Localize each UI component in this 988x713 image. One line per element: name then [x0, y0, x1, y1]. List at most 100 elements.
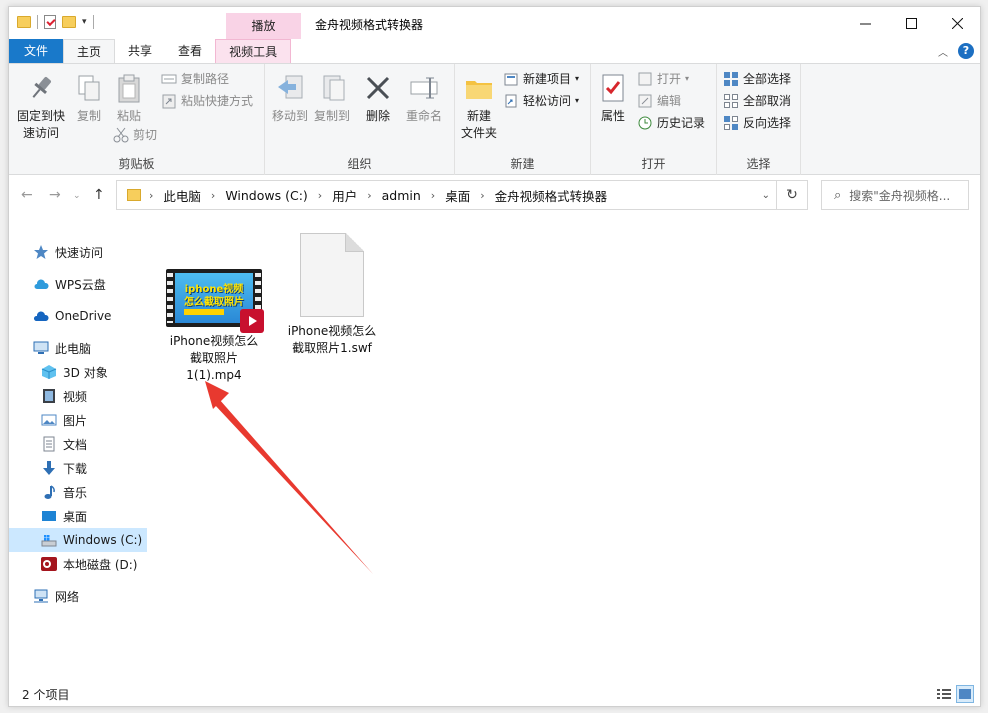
easy-access-label: 轻松访问	[523, 94, 572, 108]
breadcrumb-item[interactable]: admin	[382, 188, 421, 203]
move-to-button[interactable]: 移动到	[269, 72, 311, 125]
minimize-button[interactable]	[842, 7, 888, 39]
forward-arrow-icon[interactable]: →	[49, 187, 61, 203]
navigation-pane: 快速访问 WPS云盘 OneDrive 此电脑 3D 对象 视频 图片 文档 下…	[9, 215, 147, 680]
film-icon	[41, 388, 57, 404]
folder-icon	[127, 189, 141, 201]
details-view-button[interactable]	[935, 685, 953, 703]
nav-network[interactable]: 网络	[9, 584, 147, 608]
paste-button[interactable]: 粘贴	[111, 72, 147, 125]
nav-drive-d[interactable]: 本地磁盘 (D:)	[9, 552, 147, 576]
chevron-right-icon: ›	[317, 188, 323, 202]
tab-file[interactable]: 文件	[9, 39, 64, 63]
collapse-ribbon-icon[interactable]: ︿	[938, 44, 948, 59]
open-button[interactable]: 打开 ▾	[637, 70, 689, 88]
copy-label: 复制	[76, 109, 101, 123]
divider	[92, 15, 94, 29]
nav-label: 本地磁盘 (D:)	[63, 557, 138, 572]
maximize-button[interactable]	[888, 7, 934, 39]
copy-button[interactable]: 复制	[71, 72, 107, 125]
select-none-button[interactable]: 全部取消	[723, 92, 791, 110]
new-folder-icon[interactable]	[62, 16, 76, 28]
new-folder-button[interactable]: 新建 文件夹	[457, 72, 501, 142]
select-none-icon	[723, 93, 739, 109]
tab-share[interactable]: 共享	[115, 39, 165, 63]
explorer-window: ▾ 播放 金舟视频格式转换器 文件 主页 共享 查看 视频工具 ︿ ? 固定到快…	[8, 6, 981, 707]
nav-this-pc[interactable]: 此电脑	[9, 336, 147, 360]
new-group: 新建 文件夹 新建项目 ▾ 轻松访问 ▾ 新建	[455, 64, 591, 176]
search-input[interactable]: ⌕ 搜索"金舟视频格...	[821, 180, 969, 210]
folder-icon	[17, 16, 31, 28]
cut-button[interactable]: 剪切	[113, 126, 157, 144]
pin-label-line2: 速访问	[22, 126, 59, 140]
thumbnail-caption: iphone视频 怎么截取照片	[180, 283, 248, 309]
nav-videos[interactable]: 视频	[9, 384, 147, 408]
nav-label: 下载	[63, 461, 88, 476]
copy-to-button[interactable]: 复制到	[311, 72, 353, 125]
status-bar: 2 个项目	[9, 680, 980, 706]
pin-quick-access-button[interactable]: 固定到快 速访问	[15, 72, 67, 142]
properties-icon[interactable]	[44, 15, 56, 29]
tab-home[interactable]: 主页	[63, 39, 116, 63]
recent-chevron-icon[interactable]: ⌄	[73, 191, 81, 201]
address-dropdown-icon[interactable]: ⌄	[762, 190, 770, 201]
select-all-button[interactable]: 全部选择	[723, 70, 791, 88]
file-name-line: 截取照片	[189, 351, 238, 365]
edit-button[interactable]: 编辑	[637, 92, 681, 110]
new-item-button[interactable]: 新建项目 ▾	[503, 70, 579, 88]
large-icons-view-icon	[959, 689, 971, 699]
rename-label: 重命名	[405, 109, 442, 123]
file-item-mp4[interactable]: iphone视频 怎么截取照片 iPhone视频怎么 截取照片 1(1).mp4	[158, 233, 270, 384]
new-folder-icon	[463, 72, 495, 104]
refresh-button[interactable]: ↻	[777, 180, 808, 210]
close-button[interactable]	[934, 7, 980, 39]
paste-shortcut-button[interactable]: 粘贴快捷方式	[161, 92, 253, 110]
select-none-label: 全部取消	[743, 94, 792, 108]
nav-drive-c[interactable]: Windows (C:)	[9, 528, 147, 552]
tab-video-tools[interactable]: 视频工具	[215, 39, 292, 63]
nav-label: 文档	[63, 437, 88, 452]
picture-icon	[41, 412, 57, 428]
nav-downloads[interactable]: 下载	[9, 456, 147, 480]
nav-wps-cloud[interactable]: WPS云盘	[9, 272, 147, 296]
delete-button[interactable]: 删除	[361, 72, 395, 125]
video-thumbnail: iphone视频 怎么截取照片	[166, 269, 264, 333]
file-item-swf[interactable]: iPhone视频怎么 截取照片1.swf	[276, 233, 388, 357]
help-icon[interactable]: ?	[958, 43, 974, 59]
easy-access-button[interactable]: 轻松访问 ▾	[503, 92, 579, 110]
copy-path-icon	[161, 71, 177, 87]
rename-button[interactable]: 重命名	[401, 72, 447, 125]
divider	[37, 15, 38, 29]
properties-button[interactable]: 属性	[595, 72, 631, 125]
large-icons-view-button[interactable]	[956, 685, 974, 703]
copy-path-button[interactable]: 复制路径	[161, 70, 229, 88]
breadcrumb-item[interactable]: 桌面	[445, 186, 470, 205]
chevron-right-icon: ›	[367, 188, 372, 202]
breadcrumb-item[interactable]: Windows (C:)	[225, 188, 307, 203]
drive-d-icon	[41, 556, 57, 572]
nav-3d-objects[interactable]: 3D 对象	[9, 360, 147, 384]
history-button[interactable]: 历史记录	[637, 114, 705, 132]
rename-icon	[408, 72, 440, 104]
delete-x-icon	[362, 72, 394, 104]
nav-desktop[interactable]: 桌面	[9, 504, 147, 528]
up-arrow-icon[interactable]: ↑	[93, 187, 105, 203]
tab-view[interactable]: 查看	[165, 39, 215, 63]
file-name-line: iPhone视频怎么	[169, 334, 259, 348]
nav-onedrive[interactable]: OneDrive	[9, 304, 147, 328]
back-arrow-icon[interactable]: ←	[21, 187, 33, 203]
nav-quick-access[interactable]: 快速访问	[9, 240, 147, 264]
nav-music[interactable]: 音乐	[9, 480, 147, 504]
customize-dropdown-icon[interactable]: ▾	[82, 17, 87, 27]
address-bar[interactable]: › 此电脑 › Windows (C:) › 用户 › admin › 桌面 › 金舟视频格…	[116, 180, 777, 210]
chevron-right-icon: ›	[149, 188, 154, 202]
nav-documents[interactable]: 文档	[9, 432, 147, 456]
nav-pictures[interactable]: 图片	[9, 408, 147, 432]
nav-label: 桌面	[63, 509, 88, 524]
onedrive-cloud-icon	[33, 308, 49, 324]
invert-selection-button[interactable]: 反向选择	[723, 114, 791, 132]
breadcrumb-item[interactable]: 用户	[332, 186, 357, 205]
new-folder-label-line2: 文件夹	[460, 126, 497, 140]
breadcrumb-item[interactable]: 金舟视频格式转换器	[495, 186, 608, 205]
breadcrumb-item[interactable]: 此电脑	[163, 186, 201, 205]
